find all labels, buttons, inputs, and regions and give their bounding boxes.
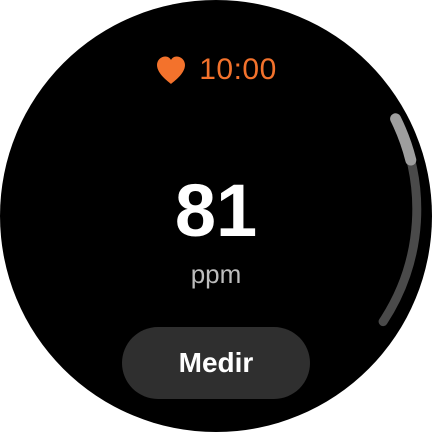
heart-rate-value: 81 <box>174 169 258 252</box>
measure-button[interactable]: Medir <box>122 327 310 399</box>
clock-time: 10:00 <box>199 53 277 86</box>
heart-icon <box>157 56 186 84</box>
heart-shape <box>157 56 186 84</box>
heart-rate-unit: ppm <box>190 259 242 289</box>
scroll-thumb[interactable] <box>390 113 417 166</box>
watch-screen: 10:00 81 ppm Medir <box>0 0 432 432</box>
status-header: 10:00 <box>0 50 432 90</box>
